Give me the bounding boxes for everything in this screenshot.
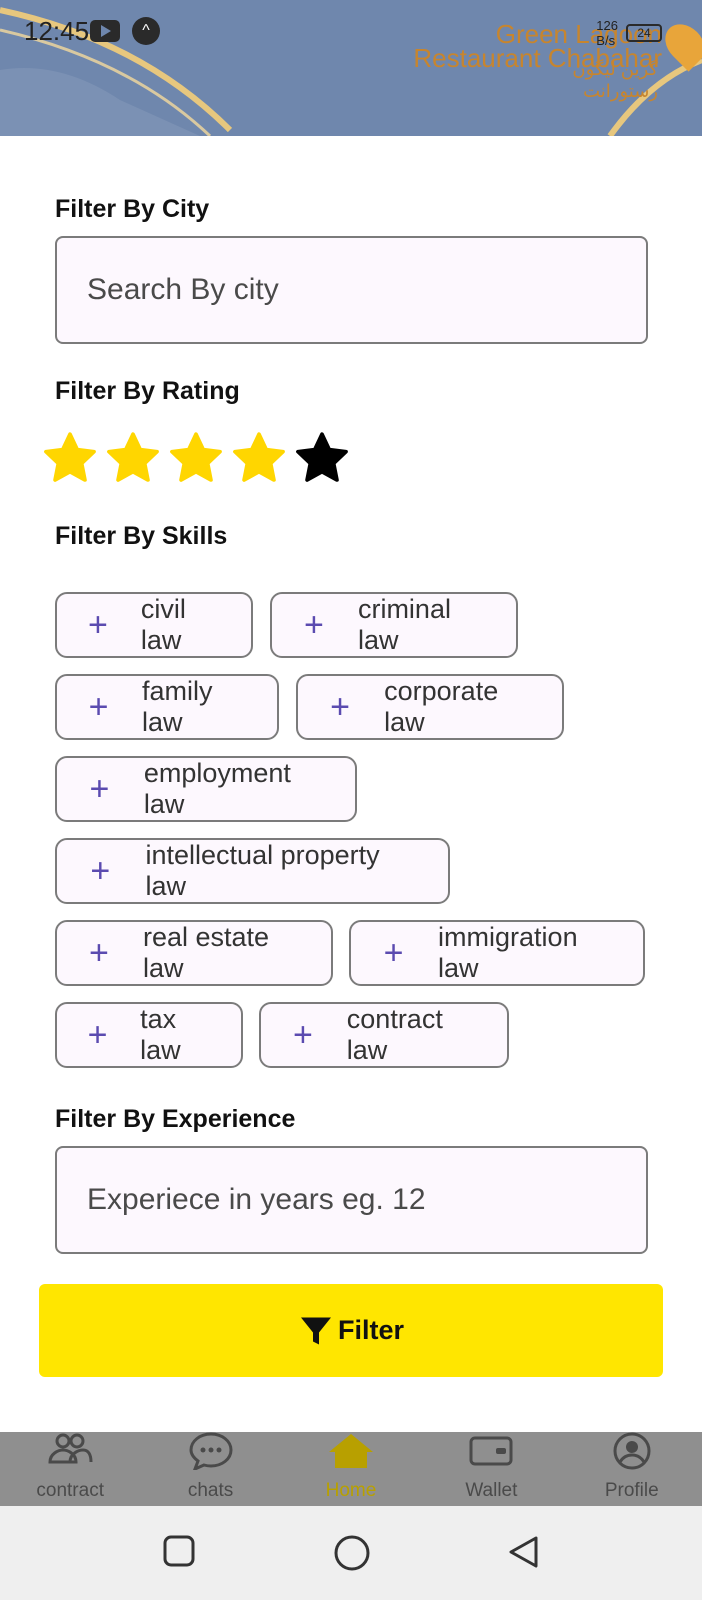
star-icon[interactable] [231,430,287,486]
skill-chip-tax-law[interactable]: + tax law [55,1002,243,1068]
filter-button-label: Filter [337,1315,404,1345]
skills-filter-label: Filter By Skills [55,522,228,550]
home-icon [328,1434,373,1468]
back-icon[interactable] [506,1534,540,1570]
bottom-navigation: contract chats Home Wallet Profile [0,1432,702,1506]
plus-icon: + [383,934,404,972]
filter-sheet: Filter By City Search By city Filter By … [0,136,702,1432]
status-right-icons: 126 B/s 24 [596,18,662,48]
plus-icon: + [292,1016,313,1054]
plus-icon: + [90,852,111,890]
plus-icon: + [89,770,110,808]
youtube-icon [90,20,120,42]
plus-icon: + [87,1016,108,1054]
skill-chip-contract-law[interactable]: + contract law [259,1002,509,1068]
experience-input[interactable]: Experiece in years eg. 12 [55,1146,648,1254]
home-system-icon[interactable] [333,1534,371,1572]
star-icon[interactable] [294,430,350,486]
map-place-name-local: گرین لیگون رستورانت [572,59,658,101]
recent-apps-icon[interactable] [162,1534,196,1568]
nav-item-profile[interactable]: Profile [567,1432,697,1506]
skill-chip-employment-law[interactable]: + employment law [55,756,357,822]
city-search-input[interactable]: Search By city [55,236,648,344]
people-icon [48,1433,93,1464]
battery-icon: 24 [626,24,662,42]
skill-chip-real-estate-law[interactable]: + real estate law [55,920,333,986]
experience-placeholder: Experiece in years eg. 12 [87,1183,426,1216]
experience-filter-label: Filter By Experience [55,1105,296,1133]
star-icon[interactable] [105,430,161,486]
plus-icon: + [88,606,108,644]
profile-icon [613,1432,651,1470]
skill-chip-immigration-law[interactable]: + immigration law [349,920,645,986]
map-background: 12:45 ^ Green Lagoon Restaurant Chabahar… [0,0,702,136]
chat-icon [189,1432,233,1470]
nav-item-wallet[interactable]: Wallet [426,1432,556,1506]
status-notification-icons: ^ [90,17,160,45]
skill-chip-intellectual-property-law[interactable]: + intellectual property law [55,838,450,904]
star-icon[interactable] [42,430,98,486]
network-speed: 126 B/s [596,18,618,48]
plus-icon: + [330,688,350,726]
plus-icon: + [304,606,324,644]
nav-item-contract[interactable]: contract [5,1432,135,1506]
star-icon[interactable] [168,430,224,486]
nav-item-home[interactable]: Home [286,1432,416,1506]
skill-chip-criminal-law[interactable]: + criminal law [270,592,518,658]
status-time: 12:45 [24,16,90,46]
plus-icon: + [88,688,109,726]
city-search-placeholder: Search By city [87,273,279,306]
nav-item-chats[interactable]: chats [146,1432,276,1506]
wallet-icon [469,1436,513,1466]
rating-stars[interactable] [42,430,350,486]
city-filter-label: Filter By City [55,195,210,223]
skill-chip-corporate-law[interactable]: + corporate law [296,674,564,740]
filter-button[interactable]: Filter [39,1284,663,1377]
filter-funnel-icon [300,1317,331,1344]
plus-icon: + [89,934,109,972]
rating-filter-label: Filter By Rating [55,377,240,405]
system-navigation-bar [0,1506,702,1600]
skill-chip-family-law[interactable]: + family law [55,674,279,740]
skill-chip-civil-law[interactable]: + civil law [55,592,253,658]
navigation-icon: ^ [132,17,160,45]
